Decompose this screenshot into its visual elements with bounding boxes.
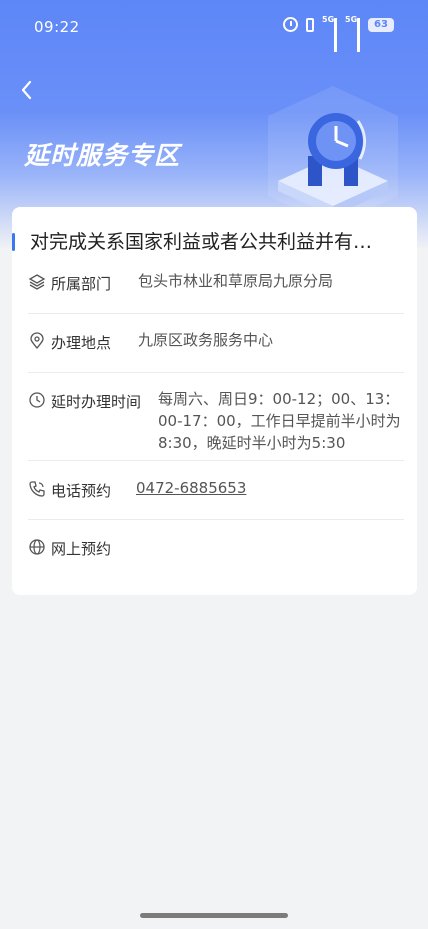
- phone-label: 电话预约: [51, 482, 112, 500]
- signal-icon: 5G: [345, 14, 360, 52]
- clock-cube-illustration-icon: [268, 86, 398, 226]
- online-booking-label: 网上预约: [51, 540, 112, 558]
- network-type-label: 5G: [322, 14, 335, 24]
- battery-icon: 63: [368, 17, 394, 32]
- chevron-left-icon: [21, 80, 32, 100]
- alarm-icon: [283, 17, 298, 32]
- card-title[interactable]: 对完成关系国家利益或者公共利益并有…: [30, 227, 410, 254]
- phone-icon: [29, 481, 45, 497]
- hours-label: 延时办理时间: [51, 393, 142, 411]
- location-row: 办理地点 九原区政务服务中心: [28, 331, 406, 356]
- department-value: 包头市林业和草原局九原分局: [138, 272, 334, 290]
- divider: [28, 460, 404, 461]
- status-bar: 09:22 5G 5G 63: [0, 0, 428, 56]
- service-info-card: 对完成关系国家利益或者公共利益并有… 所属部门 包头市林业和草原局九原分局 办理…: [12, 207, 417, 595]
- status-time: 09:22: [34, 18, 80, 36]
- title-accent-bar: [12, 233, 15, 251]
- page-title: 延时服务专区: [24, 141, 181, 170]
- hours-value-line-1: 每周六、周日9：00-12；00、13：: [158, 390, 400, 408]
- status-icons: 5G 5G 63: [283, 14, 394, 52]
- hours-value-line-3: 8:30，晚延时半小时为5:30: [158, 434, 346, 452]
- online-booking-row[interactable]: 网上预约: [28, 538, 406, 562]
- phone-row: 电话预约 0472-6885653: [28, 478, 406, 504]
- hours-value-line-2: 00-17：00，工作日早提前半小时为: [158, 412, 401, 430]
- divider: [28, 372, 404, 373]
- back-button[interactable]: [16, 78, 40, 102]
- home-indicator[interactable]: [140, 913, 288, 918]
- vibrate-icon: [306, 17, 314, 32]
- department-label: 所属部门: [51, 275, 112, 293]
- location-label: 办理地点: [51, 334, 112, 352]
- hours-row: 延时办理时间 每周六、周日9：00-12；00、13： 00-17：00，工作日…: [28, 390, 406, 457]
- globe-icon: [29, 539, 45, 555]
- signal-icon: 5G: [322, 14, 337, 52]
- layers-icon: [28, 274, 46, 290]
- location-pin-icon: [30, 332, 44, 350]
- divider: [28, 519, 404, 520]
- phone-number-link[interactable]: 0472-6885653: [136, 478, 246, 499]
- department-row: 所属部门 包头市林业和草原局九原分局: [28, 272, 406, 297]
- divider: [28, 313, 404, 314]
- clock-icon: [29, 392, 45, 408]
- location-value: 九原区政务服务中心: [138, 331, 274, 349]
- network-type-label: 5G: [345, 14, 358, 24]
